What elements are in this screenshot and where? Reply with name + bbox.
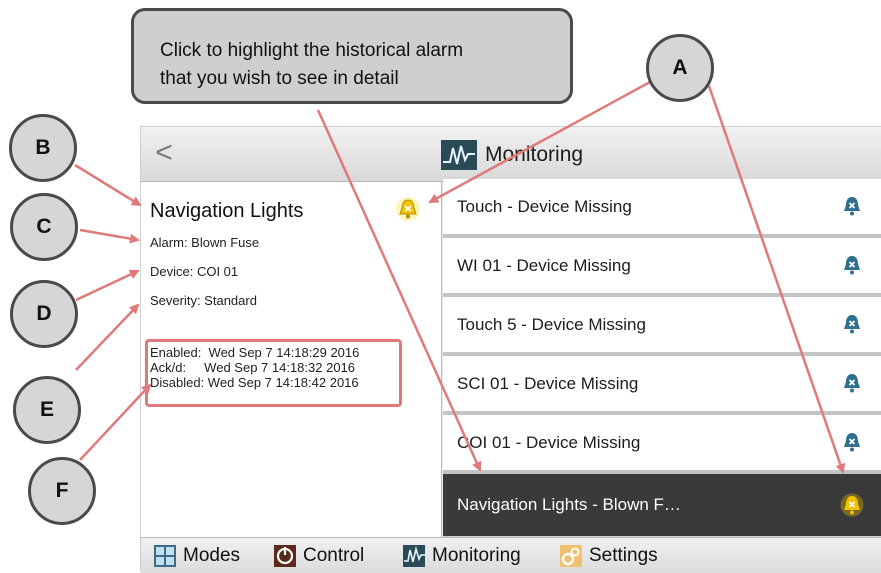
nav-control-label: Control	[303, 545, 365, 566]
alarm-item-label: SCI 01 - Device Missing	[457, 374, 639, 393]
back-button[interactable]: <	[149, 135, 179, 171]
alarm-item-label: WI 01 - Device Missing	[457, 256, 631, 275]
alarm-item-label: Navigation Lights - Blown F…	[457, 495, 681, 514]
timestamps-highlight-box	[145, 339, 402, 407]
alarm-list-item[interactable]: SCI 01 - Device Missing	[443, 356, 881, 415]
nav-monitoring[interactable]: Monitoring	[402, 542, 521, 570]
modes-icon	[154, 545, 176, 567]
arrow-e	[75, 303, 140, 371]
alarm-list-item-selected[interactable]: Navigation Lights - Blown F…	[443, 474, 881, 536]
alarm-bell-icon	[396, 197, 420, 221]
nav-settings[interactable]: Settings	[559, 542, 658, 570]
detail-title: Navigation Lights	[150, 200, 304, 222]
badge-d: D	[10, 280, 78, 348]
page-title: Monitoring	[485, 143, 584, 166]
badge-e: E	[13, 376, 81, 444]
alarm-bell-icon	[844, 197, 860, 216]
nav-monitoring-label: Monitoring	[432, 545, 521, 566]
alarm-item-label: Touch 5 - Device Missing	[457, 315, 646, 334]
nav-control[interactable]: Control	[273, 542, 364, 570]
monitoring-icon	[403, 545, 425, 567]
alarm-list-item[interactable]: Touch - Device Missing	[443, 179, 881, 238]
detail-alarm: Alarm: Blown Fuse	[150, 235, 260, 250]
arrow-d	[75, 269, 140, 302]
monitoring-icon	[441, 140, 477, 170]
alarm-bell-icon	[840, 493, 864, 517]
alarm-bell-icon	[844, 315, 860, 334]
settings-icon	[560, 545, 582, 567]
callout-text: Click to highlight the historical alarm …	[160, 37, 560, 93]
alarm-list: Touch - Device Missing WI 01 - Device Mi…	[443, 179, 881, 539]
badge-b: B	[9, 114, 77, 182]
instruction-callout: Click to highlight the historical alarm …	[131, 8, 573, 104]
title-bar: < Monitoring	[141, 127, 881, 182]
detail-severity: Severity: Standard	[150, 293, 257, 308]
badge-f: F	[28, 457, 96, 525]
arrow-b	[74, 163, 142, 207]
control-icon	[274, 545, 296, 567]
alarm-bell-icon	[844, 256, 860, 275]
detail-device: Device: COI 01	[150, 264, 239, 279]
alarm-bell-icon	[844, 374, 860, 393]
nav-modes[interactable]: Modes	[153, 542, 240, 570]
alarm-item-label: Touch - Device Missing	[457, 197, 632, 216]
nav-settings-label: Settings	[589, 545, 658, 566]
callout-line-2: that you wish to see in detail	[160, 68, 399, 89]
alarm-bell-icon	[844, 433, 860, 452]
arrow-c	[79, 228, 140, 244]
alarm-list-item[interactable]: COI 01 - Device Missing	[443, 415, 881, 474]
callout-line-1: Click to highlight the historical alarm	[160, 40, 464, 61]
nav-modes-label: Modes	[183, 545, 241, 566]
bottom-nav-bar: Modes Control Monitoring Settings	[141, 537, 881, 573]
alarm-list-item[interactable]: WI 01 - Device Missing	[443, 238, 881, 297]
badge-c: C	[10, 193, 78, 261]
page-title-group: Monitoring	[441, 139, 583, 171]
alarm-list-item[interactable]: Touch 5 - Device Missing	[443, 297, 881, 356]
alarm-item-label: COI 01 - Device Missing	[457, 433, 641, 452]
badge-a: A	[646, 34, 714, 102]
